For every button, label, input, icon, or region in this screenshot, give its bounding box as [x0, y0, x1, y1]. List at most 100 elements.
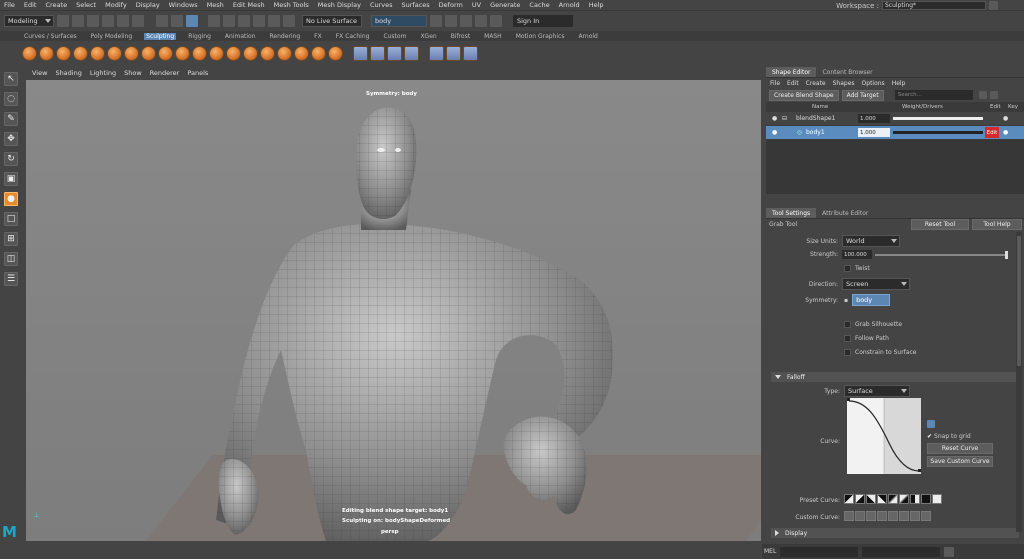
twist-checkbox[interactable] [844, 265, 851, 272]
select-hierarchy-icon[interactable] [156, 15, 168, 27]
magnet-icon[interactable] [283, 15, 295, 27]
flatten-tool-icon[interactable] [107, 45, 122, 61]
display-section-header[interactable]: Display [771, 528, 1019, 538]
custom-curve-5[interactable] [888, 511, 898, 521]
target-weight[interactable]: 1.000 [858, 128, 890, 137]
shelf-tab-fx[interactable]: FX [312, 33, 324, 40]
scale-tool-icon[interactable]: ▣ [4, 172, 18, 186]
shelf-tab-sculpting[interactable]: Sculpting [144, 32, 177, 40]
snap-curve-icon[interactable] [223, 15, 235, 27]
bulge-tool-icon[interactable] [277, 45, 292, 61]
preset-curve-1[interactable] [844, 494, 854, 504]
open-scene-icon[interactable] [87, 15, 99, 27]
tab-shape-editor[interactable]: Shape Editor [766, 67, 817, 77]
preset-curve-6[interactable] [899, 494, 909, 504]
menu-file[interactable]: File [4, 1, 15, 9]
sculpt-tool-icon[interactable] [22, 45, 37, 61]
shape-editor-menu-file[interactable]: File [770, 80, 780, 87]
spray-tool-icon[interactable] [141, 45, 156, 61]
scrape-tool-icon[interactable] [209, 45, 224, 61]
outliner-icon[interactable]: ☰ [4, 272, 18, 286]
falloff-curve-graph[interactable] [847, 398, 921, 474]
menu-mesh[interactable]: Mesh [207, 1, 224, 9]
blendshape-weight[interactable]: 1.000 [858, 114, 890, 123]
render-icon[interactable] [430, 15, 442, 27]
direction-dropdown[interactable]: Screen [842, 278, 910, 290]
scrollbar-thumb[interactable] [1017, 236, 1021, 366]
falloff-section-header[interactable]: Falloff [771, 372, 1019, 382]
unfreeze-icon[interactable] [387, 45, 402, 61]
preset-curve-7[interactable] [910, 494, 920, 504]
shelf-tab-arnold[interactable]: Arnold [576, 33, 599, 40]
grab-tool-active-icon[interactable]: ● [4, 192, 18, 206]
shelf-tab-poly-modeling[interactable]: Poly Modeling [89, 33, 135, 40]
visibility-dot-icon[interactable]: ● [772, 129, 782, 136]
undo-icon[interactable] [117, 15, 129, 27]
expand-icon[interactable]: ⊟ [782, 115, 796, 122]
select-tool-icon[interactable]: ↖ [4, 72, 18, 86]
repeat-tool-icon[interactable] [158, 45, 173, 61]
symmetry-dropdown[interactable]: body [852, 294, 891, 306]
menu-surfaces[interactable]: Surfaces [402, 1, 430, 9]
preset-curve-9[interactable] [932, 494, 942, 504]
lasso-tool-icon[interactable]: ◌ [4, 92, 18, 106]
imprint-tool-icon[interactable] [175, 45, 190, 61]
symmetry-field[interactable]: body [371, 15, 427, 27]
new-folder-icon[interactable] [978, 91, 987, 99]
shelf-tab-xgen[interactable]: XGen [418, 33, 438, 40]
viewport-menu-show[interactable]: Show [124, 69, 142, 77]
curve-editor-icon[interactable] [927, 420, 935, 428]
ipr-icon[interactable] [445, 15, 457, 27]
menu-help[interactable]: Help [589, 1, 604, 9]
target-slider[interactable] [893, 131, 983, 134]
filter-icon[interactable] [989, 91, 998, 99]
viewport-menu-view[interactable]: View [32, 69, 47, 77]
custom-curve-6[interactable] [899, 511, 909, 521]
key-dot-icon[interactable]: ● [1003, 115, 1008, 122]
wax-tool-icon[interactable] [192, 45, 207, 61]
relax-tool-icon[interactable] [56, 45, 71, 61]
key-dot-icon[interactable]: ● [1003, 129, 1008, 136]
amplify-tool-icon[interactable] [294, 45, 309, 61]
paint-select-icon[interactable]: ✎ [4, 112, 18, 126]
move-tool-icon[interactable]: ✥ [4, 132, 18, 146]
shelf-tab-rendering[interactable]: Rendering [268, 33, 303, 40]
viewport-menu-panels[interactable]: Panels [187, 69, 208, 77]
sculpt-mesh-body[interactable] [26, 80, 761, 541]
save-scene-icon[interactable] [102, 15, 114, 27]
shape-editor-menu-options[interactable]: Options [862, 80, 885, 87]
fill-tool-icon[interactable] [226, 45, 241, 61]
preset-curve-4[interactable] [877, 494, 887, 504]
snap-grid-icon[interactable] [208, 15, 220, 27]
snap-surface-icon[interactable] [268, 15, 280, 27]
shelf-tab-curves-surfaces[interactable]: Curves / Surfaces [22, 33, 79, 40]
save-custom-curve-button[interactable]: Save Custom Curve [927, 456, 993, 467]
snap-checkbox-checked-icon[interactable]: ✔ [927, 433, 932, 440]
strength-slider-handle[interactable] [1005, 250, 1008, 259]
hypershade-icon[interactable] [475, 15, 487, 27]
menu-edit[interactable]: Edit [24, 1, 37, 9]
sign-in-button[interactable]: Sign In [513, 15, 573, 27]
custom-curve-8[interactable] [921, 511, 931, 521]
grab-tool-icon[interactable] [73, 45, 88, 61]
menu-cache[interactable]: Cache [529, 1, 549, 9]
shelf-tab-mash[interactable]: MASH [482, 33, 504, 40]
shape-editor-menu-create[interactable]: Create [806, 80, 826, 87]
constrain-surface-checkbox[interactable] [844, 349, 851, 356]
viewport-menu-renderer[interactable]: Renderer [150, 69, 180, 77]
script-editor-icon[interactable] [944, 546, 955, 557]
preset-curve-3[interactable] [866, 494, 876, 504]
tool-help-button[interactable]: Tool Help [972, 219, 1022, 230]
menu-uv[interactable]: UV [472, 1, 481, 9]
shelf-tab-bifrost[interactable]: Bifrost [449, 33, 472, 40]
knife-tool-icon[interactable] [243, 45, 258, 61]
create-blend-shape-button[interactable]: Create Blend Shape [769, 89, 839, 101]
target-row-selected[interactable]: ● ◎ body1 1.000 Edit ● [766, 126, 1024, 140]
smooth-tool-icon[interactable] [39, 45, 54, 61]
shape-editor-menu-edit[interactable]: Edit [787, 80, 799, 87]
menu-windows[interactable]: Windows [169, 1, 198, 9]
four-view-icon[interactable]: ⊞ [4, 232, 18, 246]
folder-icon[interactable] [57, 15, 69, 27]
shape-editor-menu-help[interactable]: Help [892, 80, 906, 87]
tool-settings-scrollbar[interactable] [1016, 232, 1022, 532]
